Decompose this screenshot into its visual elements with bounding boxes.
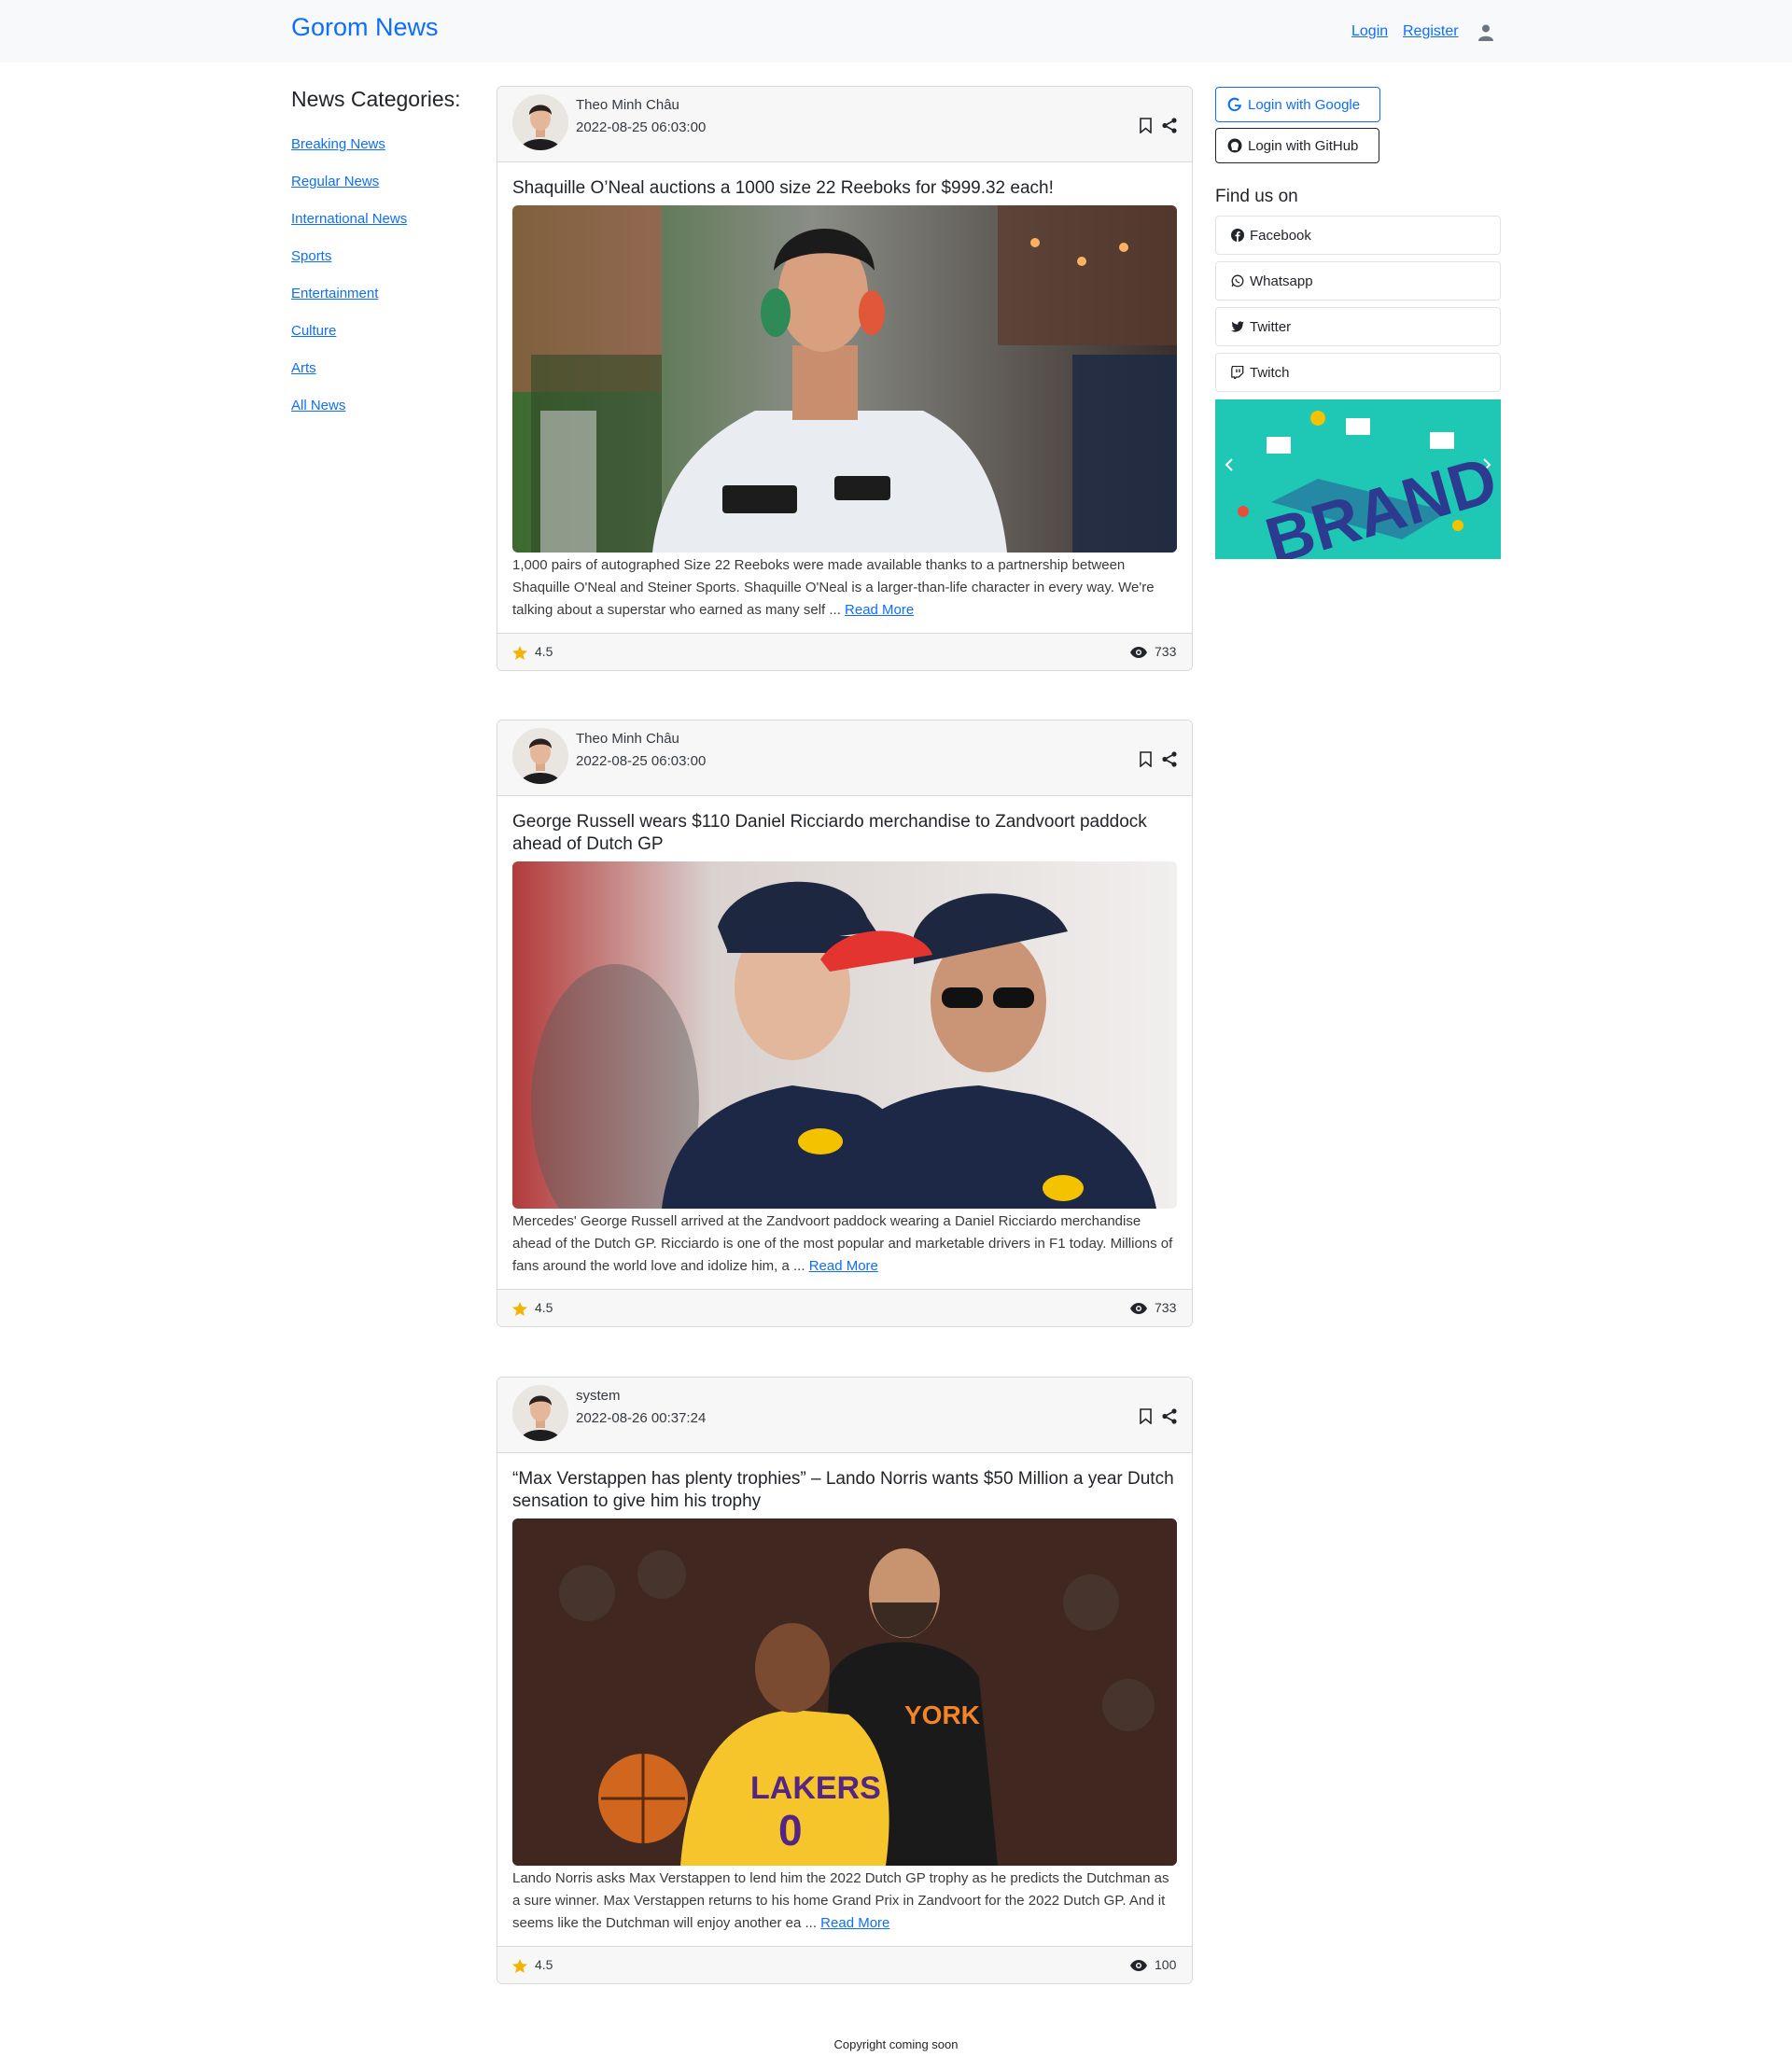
card-body: “Max Verstappen has plenty trophies” – L… [497,1453,1192,1946]
category-arts[interactable]: Arts [291,360,316,376]
author-name: Theo Minh Châu [576,97,679,113]
share-icon[interactable] [1162,751,1177,767]
twitch-icon [1231,366,1244,379]
excerpt-text: 1,000 pairs of autographed Size 22 Reebo… [512,557,1155,618]
card-footer: 4.5 100 [497,1946,1192,1983]
share-icon[interactable] [1162,118,1177,133]
social-whatsapp[interactable]: Whatsapp [1215,261,1501,301]
login-google-button[interactable]: Login with Google [1215,87,1380,122]
view-count: 100 [1155,1957,1177,1972]
github-icon [1227,138,1242,153]
card-body: Shaquille O’Neal auctions a 1000 size 22… [497,162,1192,633]
author-avatar [512,1385,568,1441]
card-footer: 4.5 733 [497,1289,1192,1326]
facebook-icon [1231,229,1244,242]
rating-value: 4.5 [535,644,553,659]
svg-text:YORK: YORK [904,1700,980,1729]
card-body: George Russell wears $110 Daniel Ricciar… [497,796,1192,1289]
google-icon [1227,97,1241,112]
share-icon[interactable] [1162,1408,1177,1424]
brand-logo[interactable]: Gorom News [291,13,439,42]
news-card: Theo Minh Châu 2022-08-25 06:03:00 Georg… [497,720,1193,1327]
post-title[interactable]: Shaquille O’Neal auctions a 1000 size 22… [512,177,1177,200]
news-card: system 2022-08-26 00:37:24 “Max Verstapp… [497,1377,1193,1984]
news-image[interactable]: LAKERS 0 YORK [512,1518,1177,1866]
category-list: Breaking News Regular News International… [291,136,407,435]
twitter-icon [1231,321,1244,332]
post-excerpt: Lando Norris asks Max Verstappen to lend… [512,1868,1177,1935]
author-avatar [512,94,568,150]
category-sports[interactable]: Sports [291,248,331,264]
read-more-link[interactable]: Read More [820,1915,889,1931]
news-image[interactable] [512,861,1177,1209]
footer-copyright: Copyright coming soon [833,2037,959,2051]
categories-title: News Categories: [291,87,461,111]
social-label: Twitter [1250,318,1292,335]
card-footer: 4.5 733 [497,633,1192,670]
find-us-title: Find us on [1215,187,1298,206]
read-more-link[interactable]: Read More [809,1258,878,1274]
category-breaking-news[interactable]: Breaking News [291,136,385,152]
post-excerpt: Mercedes' George Russell arrived at the … [512,1210,1177,1278]
category-regular-news[interactable]: Regular News [291,174,379,189]
whatsapp-icon [1231,274,1244,287]
category-culture[interactable]: Culture [291,323,336,339]
author-avatar [512,728,568,784]
news-image[interactable] [512,205,1177,553]
star-icon [512,1302,527,1316]
view-count: 733 [1155,1300,1177,1315]
author-name: Theo Minh Châu [576,731,679,747]
bookmark-icon[interactable] [1140,118,1152,133]
svg-text:0: 0 [778,1806,803,1854]
social-twitter[interactable]: Twitter [1215,307,1501,346]
social-label: Whatsapp [1250,273,1313,289]
post-date: 2022-08-25 06:03:00 [576,119,707,135]
card-header: Theo Minh Châu 2022-08-25 06:03:00 [497,721,1192,796]
eye-icon [1130,647,1147,658]
login-github-label: Login with GitHub [1248,137,1359,154]
rating-value: 4.5 [535,1957,553,1972]
rating-value: 4.5 [535,1300,553,1315]
star-icon [512,1959,527,1973]
brand-banner[interactable]: BRAND [1215,399,1501,559]
read-more-link[interactable]: Read More [845,602,914,618]
login-google-label: Login with Google [1248,96,1361,113]
post-title[interactable]: “Max Verstappen has plenty trophies” – L… [512,1468,1177,1513]
social-list: Facebook Whatsapp Twitter Twitch [1215,216,1501,399]
eye-icon [1130,1960,1147,1971]
eye-icon [1130,1303,1147,1314]
social-facebook[interactable]: Facebook [1215,216,1501,255]
author-name: system [576,1388,621,1404]
login-link[interactable]: Login [1351,23,1388,40]
bookmark-icon[interactable] [1140,751,1152,767]
login-github-button[interactable]: Login with GitHub [1215,128,1379,163]
category-all-news[interactable]: All News [291,398,345,413]
social-twitch[interactable]: Twitch [1215,353,1501,392]
post-date: 2022-08-26 00:37:24 [576,1410,707,1426]
register-link[interactable]: Register [1403,23,1459,40]
card-header: system 2022-08-26 00:37:24 [497,1378,1192,1453]
user-icon[interactable] [1478,24,1493,41]
post-excerpt: 1,000 pairs of autographed Size 22 Reebo… [512,554,1177,622]
category-entertainment[interactable]: Entertainment [291,286,378,301]
star-icon [512,646,527,660]
card-header: Theo Minh Châu 2022-08-25 06:03:00 [497,87,1192,162]
post-title[interactable]: George Russell wears $110 Daniel Ricciar… [512,811,1177,856]
navbar: Gorom News Login Register [0,0,1792,63]
social-label: Facebook [1250,227,1311,244]
news-card: Theo Minh Châu 2022-08-25 06:03:00 Shaqu… [497,86,1193,671]
social-label: Twitch [1250,364,1290,381]
bookmark-icon[interactable] [1140,1408,1152,1424]
view-count: 733 [1155,644,1177,659]
category-international-news[interactable]: International News [291,211,407,227]
svg-text:LAKERS: LAKERS [750,1770,881,1806]
post-date: 2022-08-25 06:03:00 [576,753,707,769]
